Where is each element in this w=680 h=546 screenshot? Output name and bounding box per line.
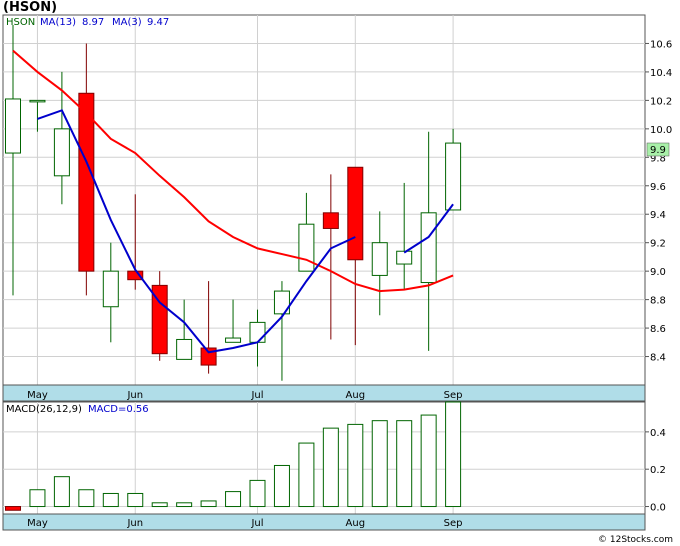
macd-x-tick-label: Sep [444,518,463,529]
macd-bar [347,423,364,508]
macd-bar [249,479,266,508]
macd-y-tick-label: 0.2 [650,465,666,476]
candle-body-up [102,270,119,308]
macd-x-tick-label: Jul [250,518,263,529]
candle-body-up [176,338,193,360]
macd-bar [176,502,193,508]
price-y-tick-label: 10.0 [650,125,672,136]
price-y-tick-label: 9.4 [650,210,666,221]
candle-body-up [371,242,388,276]
candle-body-up [249,321,266,343]
macd-bar [396,420,413,508]
price-panel-frame [2,14,646,402]
copyright: © 12Stocks.com [598,535,673,545]
macd-bar [151,502,168,508]
candle-body-up [5,98,21,154]
candle-body-up [53,128,70,177]
price-y-axis-labels: 8.48.68.89.09.29.49.69.810.010.210.410.6 [650,39,672,363]
macd-x-axis-band [2,513,646,531]
price-y-tick-label: 10.4 [650,68,672,79]
macd-bar [29,489,46,508]
macd-bar [225,491,242,508]
macd-x-tick-label: Jun [126,518,143,529]
candle-body-up [396,250,413,265]
legend-ma3-label: MA(3) [112,17,142,28]
price-y-tick-label: 9.6 [650,182,666,193]
candle-body-up [445,142,462,211]
macd-bar [322,427,339,508]
macd-bar [371,420,388,508]
price-y-tick-label: 9.0 [650,267,666,278]
price-y-tick-label: 8.8 [650,296,666,307]
price-y-tick-label: 8.6 [650,324,666,335]
legend-ma3-value: 9.47 [147,17,169,28]
price-y-tick-label: 10.6 [650,39,672,50]
macd-bar [127,492,144,508]
candle-body-down [347,166,364,261]
macd-y-tick-label: 0.0 [650,503,666,514]
price-x-tick-label: Aug [346,390,366,401]
macd-y-axis-labels: 0.0 0.2 0.4 [650,428,666,514]
price-x-tick-label: Jul [250,390,263,401]
macd-bar [420,414,437,508]
price-y-tick-label: 10.2 [650,96,672,107]
macd-bar [102,492,119,508]
macd-legend-label: MACD(26,12,9) [6,404,82,415]
macd-bar-negative [5,506,21,511]
price-x-axis-band [2,384,646,402]
price-y-tick-label: 8.4 [650,353,666,364]
price-x-tick-label: Sep [444,390,463,401]
last-price-label: 9.9 [650,145,666,156]
legend-ma13-value: 8.97 [82,17,104,28]
chart-svg: May Jun Jul Aug Sep 8.48.68.89.09.29.49.69.8… [2,14,673,545]
macd-bar [445,401,462,508]
price-x-tick-label: May [27,390,48,401]
macd-bar [298,442,315,508]
macd-legend-value: MACD=0.56 [88,404,149,415]
macd-bar [53,476,70,508]
candle-body-up [225,337,242,343]
macd-y-tick-label: 0.4 [650,428,666,439]
candle-body-up [29,99,46,103]
price-x-tick-label: Jun [126,390,143,401]
macd-x-tick-label: Aug [346,518,366,529]
price-y-tick-label: 9.2 [650,239,666,250]
candle-body-up [298,223,315,272]
macd-bar [78,489,95,508]
candle-body-up [420,212,437,284]
legend-ticker: HSON [6,17,35,28]
macd-bar [200,500,217,508]
legend-ma13-label: MA(13) [40,17,76,28]
candle-body-down [322,212,339,229]
macd-bar [273,464,290,508]
macd-x-tick-label: May [27,518,48,529]
